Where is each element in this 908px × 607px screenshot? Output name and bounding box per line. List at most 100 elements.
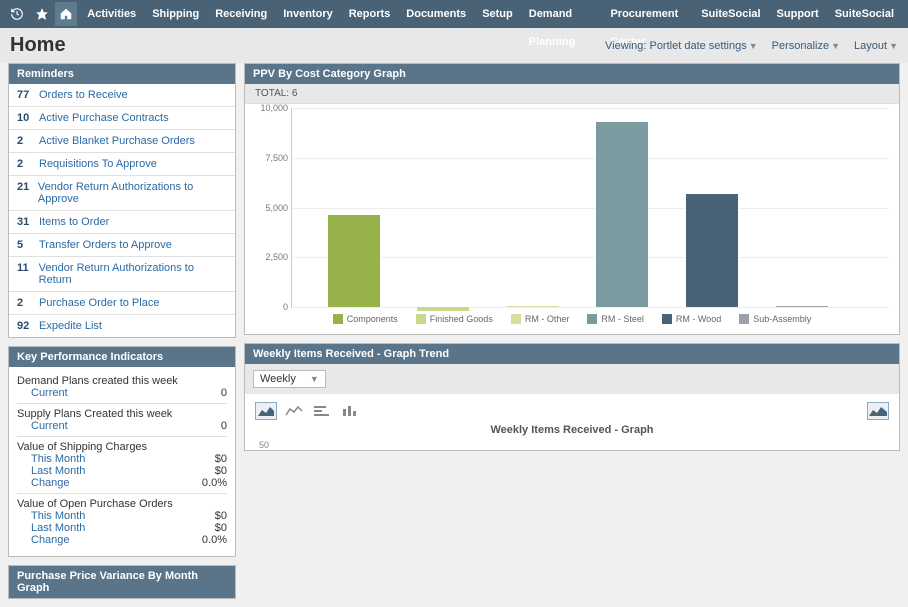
nav-item-reports[interactable]: Reports (341, 0, 399, 28)
reminder-label: Transfer Orders to Approve (39, 239, 172, 251)
kpi-title: Value of Open Purchase Orders (17, 498, 227, 510)
reminder-label: Purchase Order to Place (39, 297, 159, 309)
kpi-line: Last Month$0 (17, 465, 227, 477)
legend-item: Components (333, 314, 398, 324)
nav-item-demand-planning[interactable]: Demand Planning (521, 0, 603, 28)
trend-y-tick: 50 (245, 440, 899, 450)
chart-type-vbar-icon[interactable] (339, 402, 361, 420)
reminder-count: 2 (17, 135, 39, 147)
layout-dropdown[interactable]: Layout▼ (854, 40, 898, 52)
reminder-count: 2 (17, 297, 39, 309)
kpi-group: Value of Shipping ChargesThis Month$0Las… (17, 437, 227, 494)
bar-components[interactable] (328, 215, 380, 307)
kpi-title: Supply Plans Created this week (17, 408, 227, 420)
y-tick: 10,000 (254, 103, 288, 113)
trend-period-dropdown[interactable]: Weekly ▼ (253, 370, 326, 388)
page-title: Home (10, 34, 66, 57)
legend-swatch (739, 314, 749, 324)
star-icon[interactable] (30, 2, 52, 26)
ppv-chart-header: PPV By Cost Category Graph (245, 64, 899, 84)
ppv-month-portlet: Purchase Price Variance By Month Graph (8, 565, 236, 599)
reminders-portlet: Reminders 77Orders to Receive10Active Pu… (8, 63, 236, 338)
legend-swatch (333, 314, 343, 324)
reminder-count: 5 (17, 239, 39, 251)
kpi-line: Change0.0% (17, 477, 227, 489)
kpi-line: Last Month$0 (17, 522, 227, 534)
history-icon[interactable] (6, 2, 28, 26)
bar-sub-assembly[interactable] (776, 306, 828, 307)
trend-subtitle: Weekly Items Received - Graph (245, 422, 899, 440)
reminder-count: 31 (17, 216, 39, 228)
kpi-line: Change0.0% (17, 534, 227, 546)
reminder-count: 11 (17, 262, 39, 274)
reminder-row[interactable]: 10Active Purchase Contracts (9, 107, 235, 130)
trend-header: Weekly Items Received - Graph Trend (245, 344, 899, 364)
bar-rm-wood[interactable] (686, 194, 738, 307)
nav-item-shipping[interactable]: Shipping (144, 0, 207, 28)
nav-item-procurement-center[interactable]: Procurement Center (602, 0, 693, 28)
page-header: Home Viewing: Portlet date settings▼ Per… (0, 28, 908, 63)
reminder-label: Vendor Return Authorizations to Return (39, 262, 227, 286)
ppv-bar-chart: 02,5005,0007,50010,000 (291, 108, 889, 308)
trend-expand-icon[interactable] (867, 402, 889, 420)
kpi-group: Demand Plans created this weekCurrent0 (17, 371, 227, 404)
nav-item-activities[interactable]: Activities (79, 0, 144, 28)
reminder-row[interactable]: 2Active Blanket Purchase Orders (9, 130, 235, 153)
reminder-row[interactable]: 77Orders to Receive (9, 84, 235, 107)
chart-type-line-icon[interactable] (283, 402, 305, 420)
reminder-label: Expedite List (39, 320, 102, 332)
legend-item: Sub-Assembly (739, 314, 811, 324)
reminder-label: Orders to Receive (39, 89, 128, 101)
kpi-header: Key Performance Indicators (9, 347, 235, 367)
viewing-dropdown[interactable]: Viewing: Portlet date settings▼ (605, 40, 758, 52)
chart-type-hbar-icon[interactable] (311, 402, 333, 420)
reminder-count: 2 (17, 158, 39, 170)
top-nav: ActivitiesShippingReceivingInventoryRepo… (0, 0, 908, 28)
y-tick: 7,500 (254, 153, 288, 163)
reminder-row[interactable]: 21Vendor Return Authorizations to Approv… (9, 176, 235, 211)
legend-item: RM - Steel (587, 314, 644, 324)
legend-item: RM - Other (511, 314, 570, 324)
reminder-count: 92 (17, 320, 39, 332)
legend-swatch (662, 314, 672, 324)
nav-item-suitesocial[interactable]: SuiteSocial (693, 0, 768, 28)
reminder-label: Requisitions To Approve (39, 158, 157, 170)
bar-finished-goods[interactable] (417, 307, 469, 311)
bar-rm-steel[interactable] (596, 122, 648, 307)
bar-rm-other[interactable] (507, 306, 559, 307)
chart-type-area-icon[interactable] (255, 402, 277, 420)
reminder-count: 77 (17, 89, 39, 101)
chevron-down-icon: ▼ (310, 374, 319, 384)
personalize-dropdown[interactable]: Personalize▼ (772, 40, 840, 52)
nav-item-support[interactable]: Support (769, 0, 827, 28)
legend-item: Finished Goods (416, 314, 493, 324)
nav-item-receiving[interactable]: Receiving (207, 0, 275, 28)
reminder-row[interactable]: 11Vendor Return Authorizations to Return (9, 257, 235, 292)
nav-item-suitesocial[interactable]: SuiteSocial (827, 0, 902, 28)
reminder-count: 21 (17, 181, 38, 193)
trend-portlet: Weekly Items Received - Graph Trend Week… (244, 343, 900, 451)
chevron-down-icon: ▼ (889, 41, 898, 51)
kpi-title: Demand Plans created this week (17, 375, 227, 387)
kpi-line: Current0 (17, 387, 227, 399)
y-tick: 2,500 (254, 252, 288, 262)
home-icon[interactable] (55, 2, 77, 26)
legend-item: RM - Wood (662, 314, 721, 324)
legend-swatch (416, 314, 426, 324)
reminder-row[interactable]: 31Items to Order (9, 211, 235, 234)
reminder-row[interactable]: 2Requisitions To Approve (9, 153, 235, 176)
nav-item-setup[interactable]: Setup (474, 0, 521, 28)
kpi-line: This Month$0 (17, 510, 227, 522)
chevron-down-icon: ▼ (749, 41, 758, 51)
reminder-row[interactable]: 2Purchase Order to Place (9, 292, 235, 315)
reminder-label: Items to Order (39, 216, 109, 228)
nav-item-documents[interactable]: Documents (398, 0, 474, 28)
chevron-down-icon: ▼ (831, 41, 840, 51)
kpi-group: Value of Open Purchase OrdersThis Month$… (17, 494, 227, 550)
ppv-total: TOTAL: 6 (245, 84, 899, 104)
y-tick: 0 (254, 302, 288, 312)
nav-item-inventory[interactable]: Inventory (275, 0, 341, 28)
reminder-row[interactable]: 5Transfer Orders to Approve (9, 234, 235, 257)
reminder-row[interactable]: 92Expedite List (9, 315, 235, 337)
ppv-chart-portlet: PPV By Cost Category Graph TOTAL: 6 02,5… (244, 63, 900, 335)
